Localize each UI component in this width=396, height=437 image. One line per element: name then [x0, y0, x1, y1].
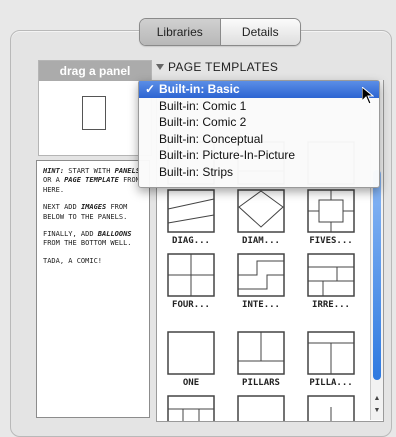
template-label: ONE: [182, 378, 200, 388]
template-label: PILLA...: [309, 378, 353, 388]
template-label: FOUR...: [172, 300, 210, 310]
template-label: DIAG...: [172, 236, 210, 246]
hint-paragraph-4: TADA, A COMIC!: [43, 256, 103, 265]
template-library-dropdown[interactable]: ✓ Built-in: Basic Built-in: Comic 1 Buil…: [138, 80, 380, 188]
template-thumb-diagonal[interactable]: [167, 189, 215, 233]
template-label: FIVES...: [309, 236, 353, 246]
checkmark-icon: ✓: [145, 82, 156, 96]
template-thumb-interlock[interactable]: [237, 253, 285, 297]
template-thumb-diamond[interactable]: [237, 189, 285, 233]
template-thumb-one[interactable]: [167, 331, 215, 375]
scroll-down-arrow-icon[interactable]: ▼: [373, 405, 381, 415]
drag-panel-well[interactable]: drag a panel: [38, 60, 152, 156]
scroll-up-arrow-icon[interactable]: ▲: [373, 393, 381, 403]
template-thumb-pillars-2[interactable]: [307, 331, 355, 375]
hint-paragraph-1: HINT: START WITH PANELS OR A PAGE TEMPLA…: [43, 167, 140, 194]
template-thumb-four[interactable]: [167, 253, 215, 297]
hint-paragraph-3: FINALLY, ADD BALLOONS FROM THE BOTTOM WE…: [43, 230, 132, 248]
template-thumb[interactable]: [167, 395, 215, 421]
template-thumb-irregular[interactable]: [307, 253, 355, 297]
drag-panel-title: drag a panel: [39, 61, 151, 81]
page-templates-label: PAGE TEMPLATES: [168, 60, 279, 74]
template-thumb-pillars[interactable]: [237, 331, 285, 375]
template-thumb-fives[interactable]: [307, 189, 355, 233]
disclosure-triangle-icon[interactable]: [156, 64, 164, 70]
hint-text-box: HINT: START WITH PANELS OR A PAGE TEMPLA…: [36, 160, 150, 418]
dropdown-item-conceptual[interactable]: Built-in: Conceptual: [139, 131, 379, 148]
mouse-cursor-icon: [361, 85, 375, 110]
panel-page-icon[interactable]: [82, 96, 106, 130]
tab-details[interactable]: Details: [220, 19, 300, 45]
template-label: IRRE...: [312, 300, 350, 310]
template-label: DIAM...: [242, 236, 280, 246]
dropdown-item-comic-1[interactable]: Built-in: Comic 1: [139, 98, 379, 115]
scrollbar-thumb[interactable]: [373, 170, 381, 380]
page-templates-header[interactable]: PAGE TEMPLATES: [156, 60, 278, 74]
dropdown-item-comic-2[interactable]: Built-in: Comic 2: [139, 114, 379, 131]
hint-paragraph-2: NEXT ADD IMAGES FROM BELOW TO THE PANELS…: [43, 203, 128, 221]
template-label: INTE...: [242, 300, 280, 310]
template-thumb[interactable]: [237, 395, 285, 421]
dropdown-item-picture-in-picture[interactable]: Built-in: Picture-In-Picture: [139, 147, 379, 164]
dropdown-item-basic[interactable]: ✓ Built-in: Basic: [139, 81, 379, 98]
dropdown-item-strips[interactable]: Built-in: Strips: [139, 164, 379, 181]
template-label: PILLARS: [242, 378, 280, 388]
tab-bar: Libraries Details: [139, 18, 301, 46]
template-thumb[interactable]: [307, 395, 355, 421]
tab-libraries[interactable]: Libraries: [140, 19, 221, 45]
dropdown-item-label: Built-in: Basic: [159, 82, 240, 96]
